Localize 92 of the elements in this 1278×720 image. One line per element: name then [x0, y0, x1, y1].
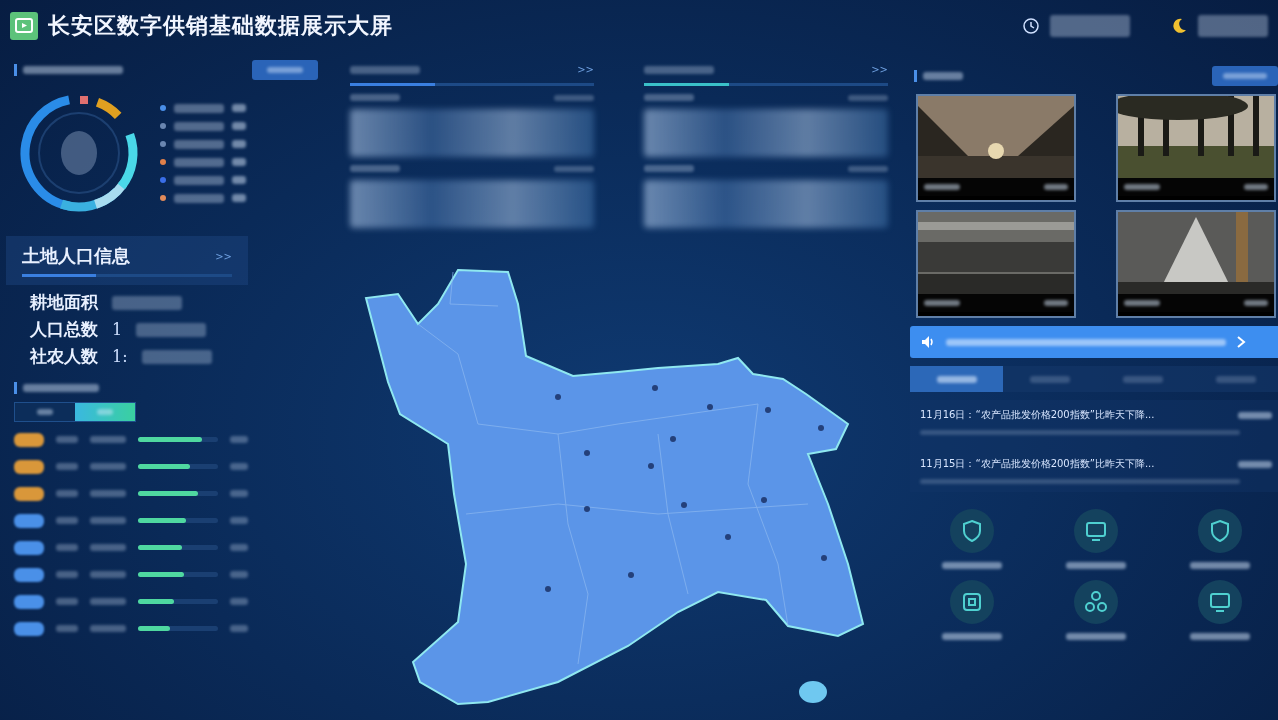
shield-icon[interactable]: [949, 508, 995, 554]
blurred-label-drawing: [56, 544, 78, 551]
blurred-label-drawing: [174, 157, 224, 167]
blurred-percent-drawing: [230, 490, 248, 497]
blurred-value-drawing: [232, 194, 246, 202]
stat-value: 1: [112, 320, 123, 339]
blurred-value-drawing: [90, 598, 126, 605]
blurred-heading-drawing: [644, 65, 714, 74]
blurred-label-drawing: [644, 165, 694, 172]
blurred-percent-drawing: [230, 571, 248, 578]
blurred-value-drawing: [232, 122, 246, 130]
blurred-date-drawing: [1238, 411, 1272, 419]
toggle-segment[interactable]: [75, 403, 135, 421]
news-tab[interactable]: [910, 366, 1003, 392]
blurred-percent-drawing: [230, 463, 248, 470]
shield-icon[interactable]: [1197, 508, 1243, 554]
chip-icon[interactable]: [949, 579, 995, 625]
news-title[interactable]: 11月15日：“农产品批发价格200指数”比昨天下降...: [920, 457, 1155, 471]
more-link[interactable]: >>: [577, 64, 594, 75]
blurred-label-drawing: [350, 94, 400, 101]
blurred-value-drawing: [90, 463, 126, 470]
blurred-label-drawing: [554, 165, 594, 172]
blurred-label-drawing: [848, 165, 888, 172]
blurred-label-drawing: [56, 625, 78, 632]
blurred-label-drawing: [174, 139, 224, 149]
monitor-icon[interactable]: [1073, 508, 1119, 554]
page-title: 长安区数字供销基础数据展示大屏: [48, 12, 394, 40]
more-link[interactable]: >>: [215, 250, 232, 262]
blurred-percent-drawing: [230, 598, 248, 605]
blurred-value-drawing: [232, 104, 246, 112]
blurred-weather-drawing: [1198, 15, 1268, 37]
blurred-date-drawing: [1238, 460, 1272, 468]
blurred-value-drawing: [90, 517, 126, 524]
blurred-label-drawing: [56, 463, 78, 470]
news-title[interactable]: 11月16日：“农产品批发价格200指数”比昨天下降...: [920, 408, 1155, 422]
blurred-value-drawing: [112, 295, 182, 310]
blurred-label-drawing: [1190, 633, 1250, 640]
blurred-value-drawing: [232, 140, 246, 148]
blurred-label-drawing: [174, 193, 224, 203]
heading-marker: [14, 382, 17, 394]
blurred-label-drawing: [56, 517, 78, 524]
more-link[interactable]: >>: [871, 64, 888, 75]
blurred-percent-drawing: [230, 517, 248, 524]
blurred-label-drawing: [1066, 633, 1126, 640]
blurred-value-drawing: [90, 436, 126, 443]
panel-title: 土地人口信息: [22, 244, 130, 268]
blurred-value-drawing: [90, 625, 126, 632]
blurred-value-drawing: [232, 158, 246, 166]
blurred-label-drawing: [848, 94, 888, 101]
nodes-icon[interactable]: [1073, 579, 1119, 625]
toggle-segment[interactable]: [15, 403, 75, 421]
blurred-label-drawing: [56, 436, 78, 443]
stat-value: 1:: [112, 347, 128, 366]
blurred-label-drawing: [56, 571, 78, 578]
blurred-value-drawing: [141, 349, 212, 364]
blurred-label-drawing: [174, 121, 224, 131]
blurred-value-drawing: [232, 176, 246, 184]
blurred-value-drawing: [90, 571, 126, 578]
chevron-right-icon[interactable]: [1236, 335, 1246, 349]
blurred-value-drawing: [90, 544, 126, 551]
clock-icon: [1022, 17, 1040, 35]
blurred-percent-drawing: [230, 625, 248, 632]
heading-marker: [14, 64, 17, 76]
blurred-label-drawing: [56, 598, 78, 605]
blurred-label-drawing: [644, 94, 694, 101]
stat-label: 社农人数: [30, 345, 98, 368]
video-tile[interactable]: [1116, 210, 1276, 318]
video-tile[interactable]: [1116, 94, 1276, 202]
speaker-icon: [920, 334, 936, 350]
blurred-percent-drawing: [230, 436, 248, 443]
blurred-label-drawing: [174, 175, 224, 185]
blurred-label-drawing: [56, 490, 78, 497]
blurred-label-drawing: [350, 165, 400, 172]
blurred-label-drawing: [1190, 562, 1250, 569]
blurred-label-drawing: [1066, 562, 1126, 569]
blurred-label-drawing: [942, 562, 1002, 569]
heading-marker: [914, 70, 917, 82]
blurred-label-drawing: [942, 633, 1002, 640]
blurred-percent-drawing: [230, 544, 248, 551]
blurred-label-drawing: [554, 94, 594, 101]
stat-label: 人口总数: [30, 318, 98, 341]
moon-icon: [1170, 17, 1188, 35]
stat-label: 耕地面积: [30, 291, 98, 314]
blurred-value-drawing: [136, 322, 207, 337]
blurred-value-drawing: [90, 490, 126, 497]
logo-icon: [10, 12, 38, 40]
blurred-heading-drawing: [923, 72, 963, 80]
blurred-heading-drawing: [350, 65, 420, 74]
video-tile[interactable]: [916, 94, 1076, 202]
video-tile[interactable]: [916, 210, 1076, 318]
monitor-icon[interactable]: [1197, 579, 1243, 625]
blurred-label-drawing: [174, 103, 224, 113]
